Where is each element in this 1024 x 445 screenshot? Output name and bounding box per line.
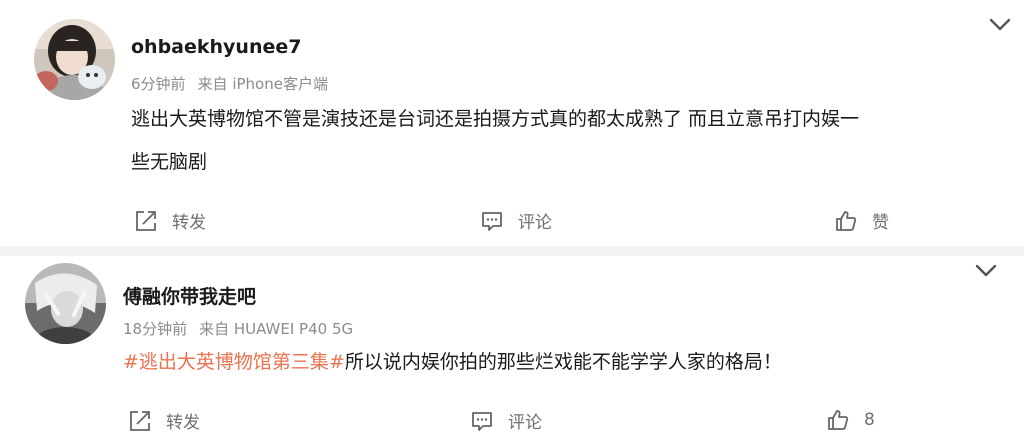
- forward-label: 转发: [172, 213, 206, 233]
- post-card: ohbaekhyunee7 6分钟前 来自 iPhone客户端 逃出大英博物馆不管…: [0, 0, 1024, 246]
- post-divider: [0, 246, 1024, 256]
- like-button[interactable]: 8: [826, 408, 875, 432]
- like-label: 赞: [872, 213, 889, 233]
- username[interactable]: 傅融你带我走吧: [123, 282, 256, 309]
- post-content-line: 些无脑剧: [131, 151, 208, 173]
- like-icon: [836, 210, 857, 231]
- post-content-line: 逃出大英博物馆不管是演技还是台词还是拍摄方式真的都太成熟了 而且立意吊打内娱一: [131, 108, 860, 130]
- chevron-down-icon[interactable]: [973, 262, 999, 280]
- post-time: 18分钟前: [123, 320, 188, 338]
- forward-icon: [136, 210, 156, 231]
- avatar[interactable]: [34, 19, 115, 100]
- post-content-text: 所以说内娱你拍的那些烂戏能不能学学人家的格局！: [344, 351, 782, 373]
- weibo-feed: ohbaekhyunee7 6分钟前 来自 iPhone客户端 逃出大英博物馆不管…: [0, 0, 1024, 445]
- like-count: 8: [864, 410, 875, 430]
- chevron-down-icon[interactable]: [987, 16, 1013, 34]
- comment-icon: [482, 211, 502, 231]
- username[interactable]: ohbaekhyunee7: [131, 36, 301, 58]
- avatar[interactable]: [25, 263, 106, 344]
- post-content: #逃出大英博物馆第三集#所以说内娱你拍的那些烂戏能不能学学人家的格局！: [123, 341, 1003, 384]
- post-content: 逃出大英博物馆不管是演技还是台词还是拍摄方式真的都太成熟了 而且立意吊打内娱一 …: [131, 98, 1011, 184]
- like-button[interactable]: 赞: [834, 208, 889, 233]
- post-time: 6分钟前: [131, 75, 186, 93]
- comment-label: 评论: [518, 213, 552, 233]
- hashtag-link[interactable]: #逃出大英博物馆第三集#: [123, 351, 345, 373]
- forward-label: 转发: [166, 413, 200, 433]
- post-meta: 6分钟前 来自 iPhone客户端: [131, 73, 328, 94]
- avatar-image: [25, 263, 106, 344]
- comment-icon: [472, 411, 492, 431]
- post-meta: 18分钟前 来自 HUAWEI P40 5G: [123, 318, 353, 339]
- post-card: 傅融你带我走吧 18分钟前 来自 HUAWEI P40 5G #逃出大英博物馆第三…: [0, 256, 1024, 445]
- forward-button[interactable]: 转发: [134, 208, 206, 233]
- forward-button[interactable]: 转发: [128, 408, 200, 433]
- post-source: 来自 HUAWEI P40 5G: [199, 320, 354, 338]
- forward-icon: [130, 410, 150, 431]
- like-icon: [828, 410, 849, 430]
- avatar-image: [34, 19, 115, 100]
- comment-label: 评论: [508, 413, 542, 433]
- comment-button[interactable]: 评论: [470, 408, 542, 433]
- comment-button[interactable]: 评论: [480, 208, 552, 233]
- post-source: 来自 iPhone客户端: [197, 75, 328, 93]
